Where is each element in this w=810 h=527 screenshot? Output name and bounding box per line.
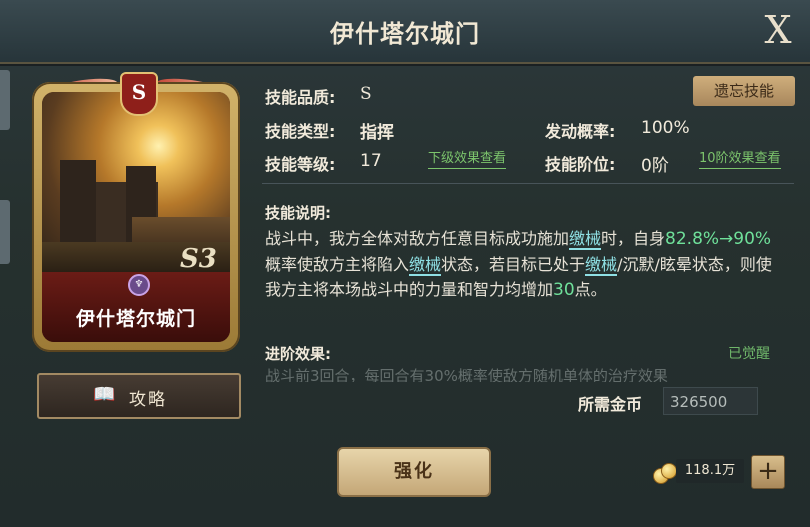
desc-text-2: 时，自身 (601, 229, 666, 248)
skill-level-label: 技能等级: (265, 155, 336, 174)
desc-text-1: 战斗中，我方全体对敌方任意目标成功施加 (265, 229, 570, 248)
desc-text-6: 点。 (574, 280, 607, 299)
card-name: 伊什塔尔城门 (75, 308, 196, 330)
advance-effect-text: 战斗前3回合，每回合有30%概率使敌方随机单体的治疗效果 (265, 367, 668, 382)
advance-effect-label: 进阶效果: (265, 345, 331, 363)
description-label: 技能说明: (265, 204, 331, 222)
skill-quality-label: 技能品质: (265, 88, 336, 107)
card-inner: ♆ 伊什塔尔城门 S3 (42, 92, 230, 342)
required-gold-value: 326500 (663, 387, 758, 415)
desc-text-3: 概率使敌方主将陷入 (265, 255, 410, 274)
card-gem-icon: ♆ (128, 274, 150, 296)
skill-type-label: 技能类型: (265, 122, 336, 141)
skill-card: ♆ 伊什塔尔城门 S3 S (32, 72, 242, 354)
desc-rate: 82.8%→90% (665, 229, 772, 249)
keyword-disarm-3[interactable]: 缴械 (585, 255, 618, 276)
awakened-status: 已觉醒 (728, 346, 770, 362)
title-bar: 伊什塔尔城门 X (0, 0, 810, 66)
required-gold-label: 所需金币 (578, 395, 643, 414)
trigger-rate-value: 100% (641, 118, 690, 138)
skill-detail-panel: 伊什塔尔城门 X ♆ 伊什塔尔城门 S3 S 📖 攻略 技能品质: S 遗忘技能… (0, 0, 810, 527)
forget-skill-button[interactable]: 遗忘技能 (693, 76, 795, 106)
skill-stage-label: 技能阶位: (545, 155, 616, 174)
card-quality-badge: S (120, 72, 158, 116)
close-button[interactable]: X (756, 8, 800, 52)
side-tab-1[interactable] (0, 70, 10, 130)
trigger-rate-label: 发动概率: (545, 122, 616, 141)
next-level-effect-link[interactable]: 下级效果查看 (428, 150, 507, 169)
skill-type-value: 指挥 (360, 123, 394, 143)
skill-quality-value: S (360, 84, 372, 104)
desc-bonus: 30 (553, 280, 575, 300)
desc-text-4: 状态，若目标已处于 (441, 255, 586, 274)
skill-description: 战斗中，我方全体对敌方任意目标成功施加缴械时，自身82.8%→90%概率使敌方主… (265, 226, 785, 303)
side-tab-2[interactable] (0, 200, 10, 264)
book-icon: 📖 (93, 384, 116, 405)
card-code: S3 (180, 244, 217, 274)
stage10-effect-link[interactable]: 10阶效果查看 (699, 150, 781, 169)
add-gold-button[interactable]: + (751, 455, 785, 489)
gold-coins-icon (651, 462, 679, 484)
guide-button[interactable]: 📖 攻略 (37, 373, 241, 419)
keyword-disarm-2[interactable]: 缴械 (409, 255, 442, 276)
skill-stage-value: 0阶 (641, 156, 669, 176)
gold-balance: 118.1万 (676, 459, 744, 483)
divider (262, 183, 794, 184)
enhance-button[interactable]: 强化 (337, 447, 491, 497)
keyword-disarm-1[interactable]: 缴械 (569, 229, 602, 250)
window-title: 伊什塔尔城门 (330, 20, 480, 48)
guide-button-label: 攻略 (129, 390, 167, 410)
skill-level-value: 17 (360, 151, 382, 171)
